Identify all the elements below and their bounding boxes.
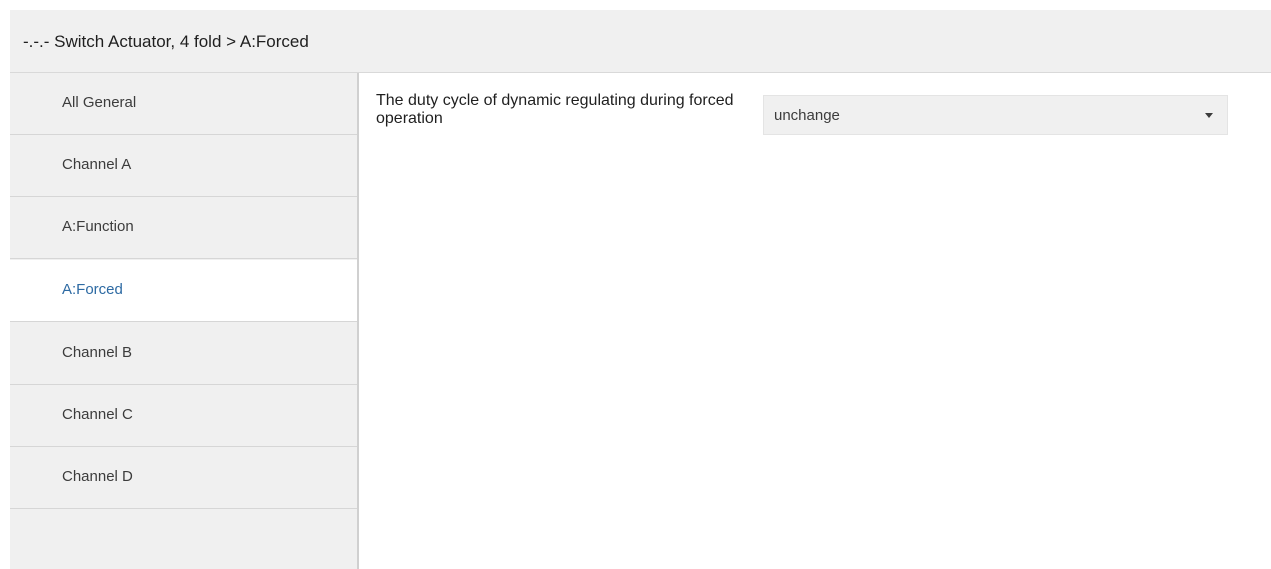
sidebar-item-label: Channel D xyxy=(62,468,133,485)
sidebar-item-label: A:Function xyxy=(62,218,134,235)
sidebar-item-all-general[interactable]: All General xyxy=(10,73,359,135)
select-value: unchange xyxy=(774,107,840,124)
breadcrumb-title: -.-.- Switch Actuator, 4 fold > A:Forced xyxy=(23,32,309,51)
parameter-label: The duty cycle of dynamic regulating dur… xyxy=(376,92,734,127)
parameter-panel: The duty cycle of dynamic regulating dur… xyxy=(359,73,1271,569)
sidebar-item-channel-a[interactable]: Channel A xyxy=(10,135,359,197)
sidebar-item-label: Channel C xyxy=(62,406,133,423)
duty-cycle-select[interactable]: unchange xyxy=(763,95,1228,135)
parameter-window: -.-.- Switch Actuator, 4 fold > A:Forced… xyxy=(10,10,1271,569)
sidebar-item-a-forced[interactable]: A:Forced xyxy=(10,260,361,322)
sidebar-item-label: Channel B xyxy=(62,344,133,361)
caret-down-icon xyxy=(1205,113,1213,118)
sidebar-empty-area xyxy=(10,510,359,569)
sidebar-item-channel-c[interactable]: Channel C xyxy=(10,385,359,447)
breadcrumb-header: -.-.- Switch Actuator, 4 fold > A:Forced xyxy=(10,10,1271,73)
sidebar-item-label: All General xyxy=(62,94,137,111)
sidebar: All General Channel A A:Function A:Force… xyxy=(10,73,361,569)
sidebar-item-channel-d[interactable]: Channel D xyxy=(10,447,359,509)
sidebar-item-a-function[interactable]: A:Function xyxy=(10,197,359,259)
sidebar-item-channel-b[interactable]: Channel B xyxy=(10,323,359,385)
sidebar-item-label: A:Forced xyxy=(62,281,123,298)
sidebar-item-label: Channel A xyxy=(62,156,132,173)
